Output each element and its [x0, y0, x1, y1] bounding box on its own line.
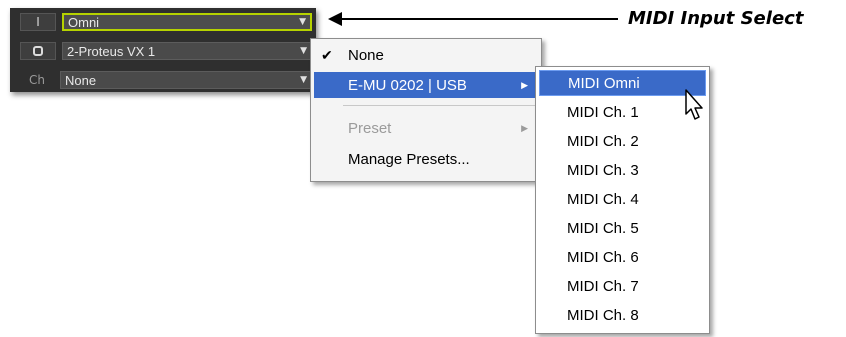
midi-input-select[interactable]: Omni ▼: [62, 13, 312, 31]
midi-channel-row: Ch None ▼: [18, 70, 314, 90]
submenu-item-midi-ch-7[interactable]: MIDI Ch. 7: [539, 273, 706, 299]
submenu-item-label: MIDI Ch. 4: [567, 190, 639, 208]
callout-line: [340, 18, 618, 20]
midi-channel-select[interactable]: None ▼: [60, 71, 312, 89]
submenu-arrow-icon: ▶: [521, 122, 528, 133]
checkmark-icon: ✔: [321, 46, 333, 63]
midi-channel-value: None: [65, 72, 97, 88]
submenu-item-midi-ch-5[interactable]: MIDI Ch. 5: [539, 215, 706, 241]
output-badge-icon: [20, 42, 56, 60]
dropdown-arrow-icon: ▼: [300, 75, 307, 85]
submenu-item-midi-ch-4[interactable]: MIDI Ch. 4: [539, 186, 706, 212]
menu-item-emu-0202-usb[interactable]: E-MU 0202 | USB ▶: [314, 72, 538, 98]
channel-badge: Ch: [29, 73, 45, 87]
midi-output-select[interactable]: 2-Proteus VX 1 ▼: [62, 42, 312, 60]
menu-item-label: E-MU 0202 | USB: [348, 76, 467, 94]
submenu-item-label: MIDI Ch. 5: [567, 219, 639, 237]
submenu-item-midi-ch-6[interactable]: MIDI Ch. 6: [539, 244, 706, 270]
submenu-item-label: MIDI Ch. 6: [567, 248, 639, 266]
submenu-item-midi-ch-3[interactable]: MIDI Ch. 3: [539, 157, 706, 183]
midi-input-value: Omni: [68, 14, 100, 30]
submenu-item-label: MIDI Ch. 1: [567, 103, 639, 121]
midi-output-value: 2-Proteus VX 1: [67, 43, 156, 59]
menu-item-label: Preset: [348, 119, 392, 137]
midi-input-row: I Omni ▼: [18, 12, 314, 32]
submenu-item-midi-omni[interactable]: MIDI Omni: [539, 70, 706, 96]
menu-separator: [343, 105, 535, 106]
input-badge: I: [20, 13, 56, 31]
midi-output-row: 2-Proteus VX 1 ▼: [18, 41, 314, 61]
submenu-item-midi-ch-8[interactable]: MIDI Ch. 8: [539, 302, 706, 328]
track-controls-panel: I Omni ▼ 2-Proteus VX 1 ▼ Ch None ▼: [10, 8, 316, 92]
mouse-pointer-icon: [685, 89, 703, 120]
callout-label: MIDI Input Select: [628, 8, 804, 29]
menu-item-none[interactable]: ✔ None: [314, 42, 538, 68]
submenu-item-label: MIDI Omni: [568, 74, 640, 92]
dropdown-arrow-icon: ▼: [300, 46, 307, 56]
menu-item-label: None: [348, 46, 384, 64]
submenu-item-midi-ch-2[interactable]: MIDI Ch. 2: [539, 128, 706, 154]
midi-input-menu: ✔ None E-MU 0202 | USB ▶ Preset ▶ Manage…: [310, 38, 542, 182]
submenu-item-label: MIDI Ch. 8: [567, 306, 639, 324]
submenu-arrow-icon: ▶: [521, 79, 528, 90]
menu-item-label: Manage Presets...: [348, 150, 470, 168]
menu-item-manage-presets[interactable]: Manage Presets...: [314, 146, 538, 172]
submenu-item-midi-ch-1[interactable]: MIDI Ch. 1: [539, 99, 706, 125]
dropdown-arrow-icon: ▼: [299, 17, 306, 27]
submenu-item-label: MIDI Ch. 7: [567, 277, 639, 295]
submenu-item-label: MIDI Ch. 3: [567, 161, 639, 179]
menu-item-preset: Preset ▶: [314, 115, 538, 141]
submenu-item-label: MIDI Ch. 2: [567, 132, 639, 150]
